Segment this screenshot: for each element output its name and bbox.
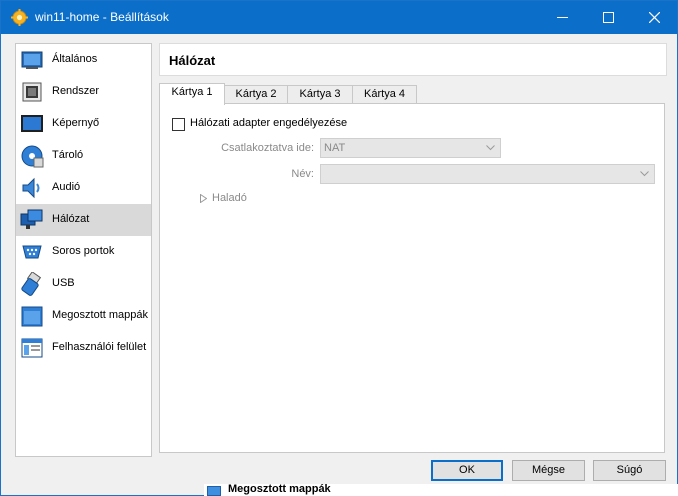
tab-adapter-4[interactable]: Kártya 4 <box>352 85 417 104</box>
network-icon <box>20 209 43 229</box>
sidebar-item-usb[interactable]: USB <box>16 268 151 300</box>
page-title: Hálózat <box>169 53 216 68</box>
sidebar-item-shared-folders[interactable]: Megosztott mappák <box>16 300 151 332</box>
name-select[interactable] <box>320 164 655 184</box>
system-icon <box>22 82 42 102</box>
usb-icon <box>21 272 42 296</box>
sidebar-item-general[interactable]: Általános <box>16 44 151 76</box>
background-window-fragment: Megosztott mappák <box>204 484 678 496</box>
attached-to-value: NAT <box>324 142 346 154</box>
expand-arrow-icon <box>200 194 207 203</box>
tab-adapter-3[interactable]: Kártya 3 <box>287 85 353 104</box>
title-bar[interactable]: win11-home - Beállítások <box>1 1 677 34</box>
maximize-icon <box>602 12 614 23</box>
page-header: Hálózat <box>159 43 667 76</box>
chevron-down-icon <box>486 145 495 151</box>
attached-to-select[interactable]: NAT <box>320 138 501 158</box>
background-window-text: Megosztott mappák <box>228 484 331 495</box>
advanced-label: Haladó <box>212 192 247 204</box>
tab-adapter-2[interactable]: Kártya 2 <box>224 85 288 104</box>
tab-adapter-1[interactable]: Kártya 1 <box>159 83 225 105</box>
sidebar-item-storage[interactable]: Tároló <box>16 140 151 172</box>
minimize-icon <box>556 17 568 18</box>
enable-adapter-checkbox[interactable] <box>172 118 185 131</box>
cancel-button[interactable]: Mégse <box>512 460 585 481</box>
display-icon <box>21 115 43 132</box>
close-icon <box>648 12 660 23</box>
sidebar-item-network[interactable]: Hálózat <box>16 204 151 236</box>
ok-button[interactable]: OK <box>431 460 503 481</box>
sidebar-item-system[interactable]: Rendszer <box>16 76 151 108</box>
maximize-button[interactable] <box>585 1 631 34</box>
virtualbox-gear-icon <box>11 9 28 26</box>
sidebar-item-user-interface[interactable]: Felhasználói felület <box>16 332 151 364</box>
network-settings-page: Hálózat Kártya 1 Kártya 2 Kártya 3 Kárty… <box>159 43 667 457</box>
storage-icon <box>21 145 44 168</box>
serial-ports-icon <box>22 245 42 259</box>
chevron-down-icon <box>640 171 649 177</box>
adapter-panel: Hálózati adapter engedélyezése Csatlakoz… <box>159 103 665 453</box>
shared-folders-icon <box>207 486 221 496</box>
minimize-button[interactable] <box>539 1 585 34</box>
enable-adapter-label[interactable]: Hálózati adapter engedélyezése <box>190 117 347 129</box>
sidebar-item-audio[interactable]: Audió <box>16 172 151 204</box>
settings-window: win11-home - Beállítások Általános Rends… <box>0 0 678 496</box>
settings-sidebar: Általános Rendszer Képernyő Tároló Audió… <box>15 43 152 457</box>
attached-to-label: Csatlakoztatva ide: <box>221 142 314 154</box>
name-label: Név: <box>291 168 314 180</box>
shared-folders-icon <box>21 306 43 327</box>
general-icon <box>21 51 43 69</box>
sidebar-item-serial-ports[interactable]: Soros portok <box>16 236 151 268</box>
audio-icon <box>22 177 40 199</box>
window-title: win11-home - Beállítások <box>35 10 169 24</box>
sidebar-item-display[interactable]: Képernyő <box>16 108 151 140</box>
close-button[interactable] <box>631 1 677 34</box>
help-button[interactable]: Súgó <box>593 460 666 481</box>
user-interface-icon <box>21 338 43 358</box>
